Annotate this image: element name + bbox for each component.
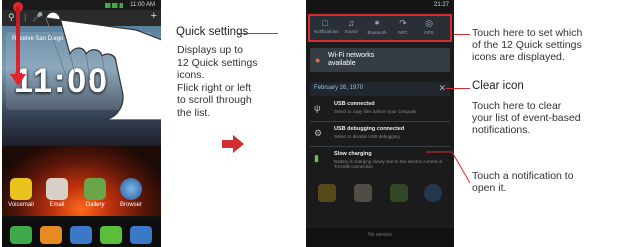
clear-notifications-icon[interactable]: ✕	[438, 83, 446, 94]
qs-nfc-toggle[interactable]: ↷ NFC	[392, 18, 414, 40]
notification-usb-debugging[interactable]: ⚙ USB debugging connected Select to disa…	[310, 123, 450, 145]
divider	[310, 121, 450, 122]
quick-settings-description: Displays up to 12 Quick settings icons. …	[177, 44, 258, 119]
status-bar: 21:27	[306, 0, 454, 12]
phone-dock-icon[interactable]	[10, 226, 32, 244]
battery-icon: ▮	[314, 153, 319, 163]
gallery-app-icon[interactable]	[84, 178, 106, 200]
callout-line-set-icons	[454, 34, 470, 35]
android-debug-icon: ⚙	[314, 128, 323, 138]
qs-sound-toggle[interactable]: ♫ Sound	[340, 18, 362, 40]
set-icons-description: Touch here to set which of the 12 Quick …	[472, 27, 583, 64]
divider	[310, 146, 450, 147]
app-label-gallery: Gallery	[85, 202, 105, 208]
callout-line-quick-settings	[238, 33, 278, 34]
voicemail-app-icon[interactable]	[10, 178, 32, 200]
qs-gps-toggle[interactable]: ◎ GPS	[418, 18, 440, 40]
wifi-icon: ●	[315, 55, 321, 65]
wifi-line-1: Wi-Fi networks	[328, 52, 375, 59]
camera-dock-icon[interactable]	[70, 226, 92, 244]
app-label-browser: Browser	[119, 202, 142, 208]
qs-notifications-toggle[interactable]: □ Notifications	[314, 18, 339, 40]
notification-date: February 26, 1970	[314, 85, 364, 91]
search-icon[interactable]: ⚲	[8, 12, 15, 23]
qs-bluetooth-toggle[interactable]: ✶ Bluetooth	[366, 18, 388, 40]
app-label-email: Email	[49, 202, 65, 208]
wifi-available-notification[interactable]: ● Wi-Fi networks available	[310, 48, 450, 72]
clear-icon-description: Touch here to clear your list of event-b…	[472, 100, 581, 137]
carrier-status: No service	[368, 232, 392, 238]
notifications-panel-phone: 21:27 □ Notifications ♫ Sound ✶ Bluetooth ↷…	[306, 0, 454, 247]
apps-dock-icon[interactable]	[130, 226, 152, 244]
quick-settings-bar[interactable]: □ Notifications ♫ Sound ✶ Bluetooth ↷ NFC ◎ G…	[308, 14, 452, 42]
callout-line-clear-icon	[446, 88, 470, 89]
browser-app-icon[interactable]	[120, 178, 142, 200]
app-label-voicemail: Voicemail	[8, 202, 34, 208]
touch-notification-description: Touch a notification to open it.	[472, 170, 574, 195]
home-screen-phone: 11:00 AM ⚲ | 🎤 + Receive San Diego 11:00…	[2, 0, 161, 247]
usb-icon: ψ	[314, 103, 321, 113]
quick-settings-heading: Quick settings	[176, 26, 249, 38]
email-app-icon[interactable]	[46, 178, 68, 200]
status-time: 21:27	[433, 2, 449, 8]
notification-date-header: February 26, 1970 ✕	[310, 82, 450, 96]
callout-line-notification	[426, 151, 471, 184]
carrier-bar: No service	[306, 228, 454, 247]
notification-usb-connected[interactable]: ψ USB connected Select to copy files to/…	[310, 98, 450, 120]
contacts-dock-icon[interactable]	[40, 226, 62, 244]
right-arrow-icon	[222, 135, 244, 153]
messaging-dock-icon[interactable]	[100, 226, 122, 244]
hand-gesture-icon	[45, 11, 161, 120]
clear-icon-heading: Clear icon	[472, 80, 524, 92]
wifi-line-2: available	[328, 60, 356, 67]
